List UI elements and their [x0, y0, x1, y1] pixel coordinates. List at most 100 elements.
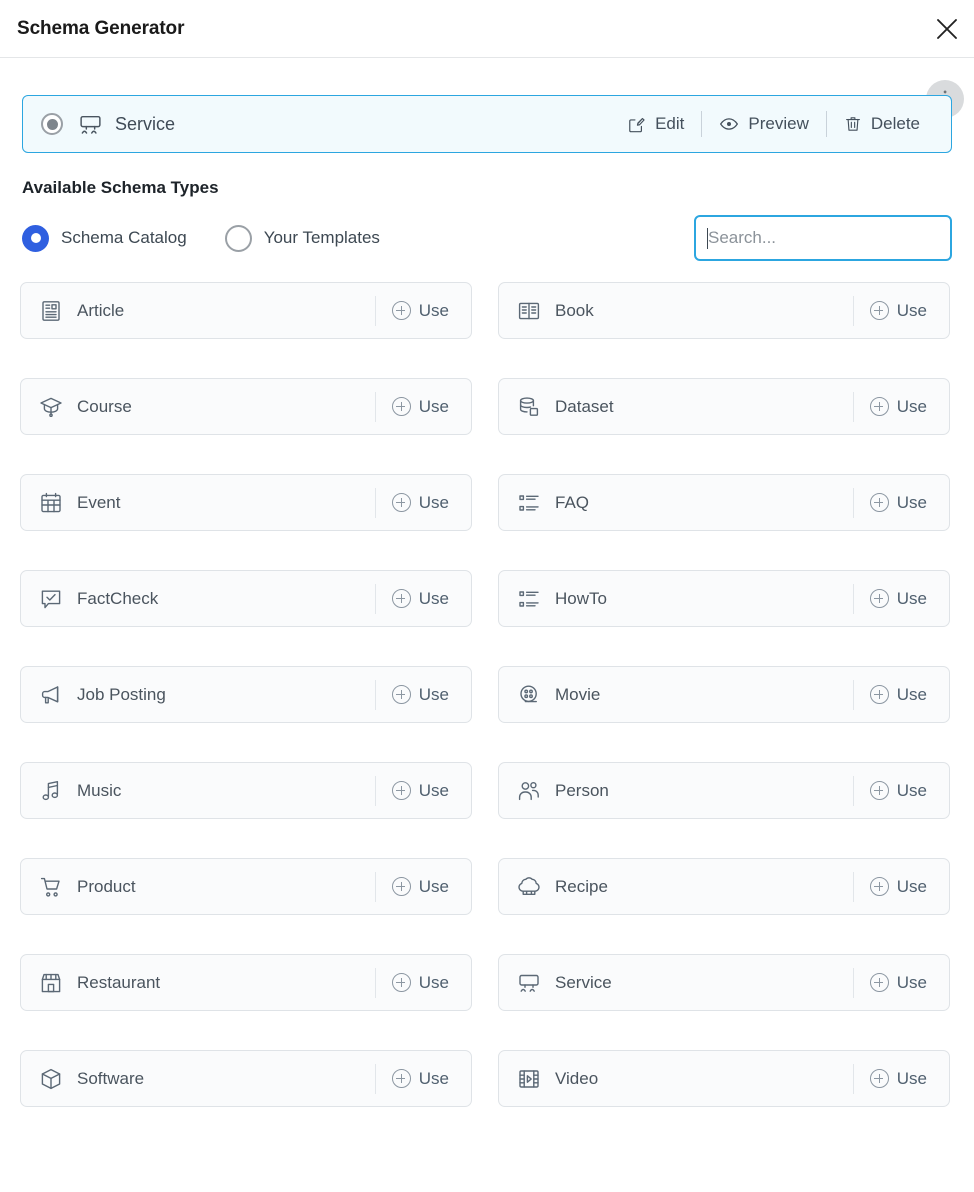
- close-icon: [934, 16, 960, 42]
- schema-type-card[interactable]: HowTo Use: [498, 570, 950, 627]
- use-button[interactable]: Use: [376, 487, 463, 519]
- schema-type-card[interactable]: Recipe Use: [498, 858, 950, 915]
- use-button[interactable]: Use: [376, 775, 463, 807]
- schema-card-actions: Use: [852, 871, 941, 903]
- use-label: Use: [896, 1068, 927, 1088]
- schema-type-label: Movie: [555, 684, 601, 704]
- list-icon: [517, 491, 541, 515]
- plus-circle-icon: [391, 685, 411, 704]
- page-title: Schema Generator: [17, 17, 185, 39]
- database-icon: [517, 395, 541, 419]
- use-button[interactable]: Use: [854, 871, 941, 903]
- use-button[interactable]: Use: [376, 391, 463, 423]
- book-icon: [517, 299, 541, 323]
- calendar-icon: [39, 491, 63, 515]
- radio-your-templates-label: Your Templates: [263, 228, 380, 247]
- use-label: Use: [418, 396, 449, 416]
- use-button[interactable]: Use: [854, 967, 941, 999]
- radio-your-templates[interactable]: Your Templates: [224, 224, 380, 252]
- schema-type-label: Product: [77, 876, 136, 896]
- use-button[interactable]: Use: [854, 391, 941, 423]
- schema-type-card[interactable]: Restaurant Use: [20, 954, 472, 1011]
- schema-type-card[interactable]: Product Use: [20, 858, 472, 915]
- use-button[interactable]: Use: [854, 679, 941, 711]
- edit-button[interactable]: Edit: [610, 109, 701, 139]
- schema-type-label: FactCheck: [77, 588, 159, 608]
- service-icon: [517, 971, 541, 995]
- search-input[interactable]: [696, 217, 950, 259]
- schema-type-card[interactable]: Service Use: [498, 954, 950, 1011]
- schema-type-card[interactable]: Course Use: [20, 378, 472, 435]
- schema-type-card[interactable]: FactCheck Use: [20, 570, 472, 627]
- plus-circle-icon: [391, 301, 411, 320]
- selected-schema-radio[interactable]: [41, 113, 63, 135]
- schema-type-card[interactable]: Video Use: [498, 1050, 950, 1107]
- schema-type-card[interactable]: Job Posting Use: [20, 666, 472, 723]
- use-button[interactable]: Use: [854, 583, 941, 615]
- schema-type-card[interactable]: Movie Use: [498, 666, 950, 723]
- use-label: Use: [896, 588, 927, 608]
- schema-type-card[interactable]: Software Use: [20, 1050, 472, 1107]
- schema-type-card[interactable]: FAQ Use: [498, 474, 950, 531]
- film-reel-icon: [517, 683, 541, 707]
- use-button[interactable]: Use: [376, 295, 463, 327]
- use-button[interactable]: Use: [376, 583, 463, 615]
- schema-card-actions: Use: [374, 775, 463, 807]
- schema-type-label: Book: [555, 300, 594, 320]
- schema-card-actions: Use: [852, 487, 941, 519]
- use-label: Use: [418, 492, 449, 512]
- cube-icon: [39, 1067, 63, 1091]
- plus-circle-icon: [391, 781, 411, 800]
- schema-type-card[interactable]: Article Use: [20, 282, 472, 339]
- schema-card-actions: Use: [852, 967, 941, 999]
- use-button[interactable]: Use: [854, 487, 941, 519]
- service-icon: [78, 112, 103, 137]
- cart-icon: [39, 875, 63, 899]
- article-icon: [39, 299, 63, 323]
- use-button[interactable]: Use: [854, 1063, 941, 1095]
- schema-card-actions: Use: [374, 583, 463, 615]
- use-label: Use: [896, 972, 927, 992]
- use-label: Use: [896, 684, 927, 704]
- delete-button[interactable]: Delete: [827, 109, 937, 139]
- schema-type-label: Service: [555, 972, 612, 992]
- use-button[interactable]: Use: [376, 679, 463, 711]
- schema-card-actions: Use: [374, 391, 463, 423]
- chef-hat-icon: [517, 875, 541, 899]
- use-label: Use: [418, 1068, 449, 1088]
- preview-label: Preview: [748, 114, 809, 133]
- close-button[interactable]: [930, 12, 964, 46]
- schema-type-card[interactable]: Event Use: [20, 474, 472, 531]
- plus-circle-icon: [391, 397, 411, 416]
- plus-circle-icon: [391, 1069, 411, 1088]
- plus-circle-icon: [391, 493, 411, 512]
- use-label: Use: [418, 780, 449, 800]
- people-icon: [517, 779, 541, 803]
- schema-type-card[interactable]: Book Use: [498, 282, 950, 339]
- radio-schema-catalog-label: Schema Catalog: [61, 228, 187, 247]
- schema-type-label: Person: [555, 780, 609, 800]
- edit-label: Edit: [655, 114, 685, 133]
- radio-schema-catalog[interactable]: Schema Catalog: [22, 224, 187, 252]
- text-caret: [707, 227, 708, 249]
- use-button[interactable]: Use: [854, 295, 941, 327]
- megaphone-icon: [39, 683, 63, 707]
- use-button[interactable]: Use: [376, 967, 463, 999]
- schema-card-actions: Use: [374, 295, 463, 327]
- use-label: Use: [418, 588, 449, 608]
- use-label: Use: [896, 492, 927, 512]
- use-button[interactable]: Use: [854, 775, 941, 807]
- schema-type-card[interactable]: Person Use: [498, 762, 950, 819]
- preview-button[interactable]: Preview: [702, 109, 825, 139]
- section-title: Available Schema Types: [22, 178, 219, 197]
- schema-type-label: Recipe: [555, 876, 608, 896]
- schema-type-card[interactable]: Dataset Use: [498, 378, 950, 435]
- use-label: Use: [418, 300, 449, 320]
- use-button[interactable]: Use: [376, 1063, 463, 1095]
- search-field-wrapper[interactable]: [694, 215, 952, 261]
- use-button[interactable]: Use: [376, 871, 463, 903]
- selected-schema-card[interactable]: Service Edit Preview Delete: [22, 95, 952, 153]
- radio-circle-icon: [224, 224, 252, 252]
- music-note-icon: [39, 779, 63, 803]
- schema-type-card[interactable]: Music Use: [20, 762, 472, 819]
